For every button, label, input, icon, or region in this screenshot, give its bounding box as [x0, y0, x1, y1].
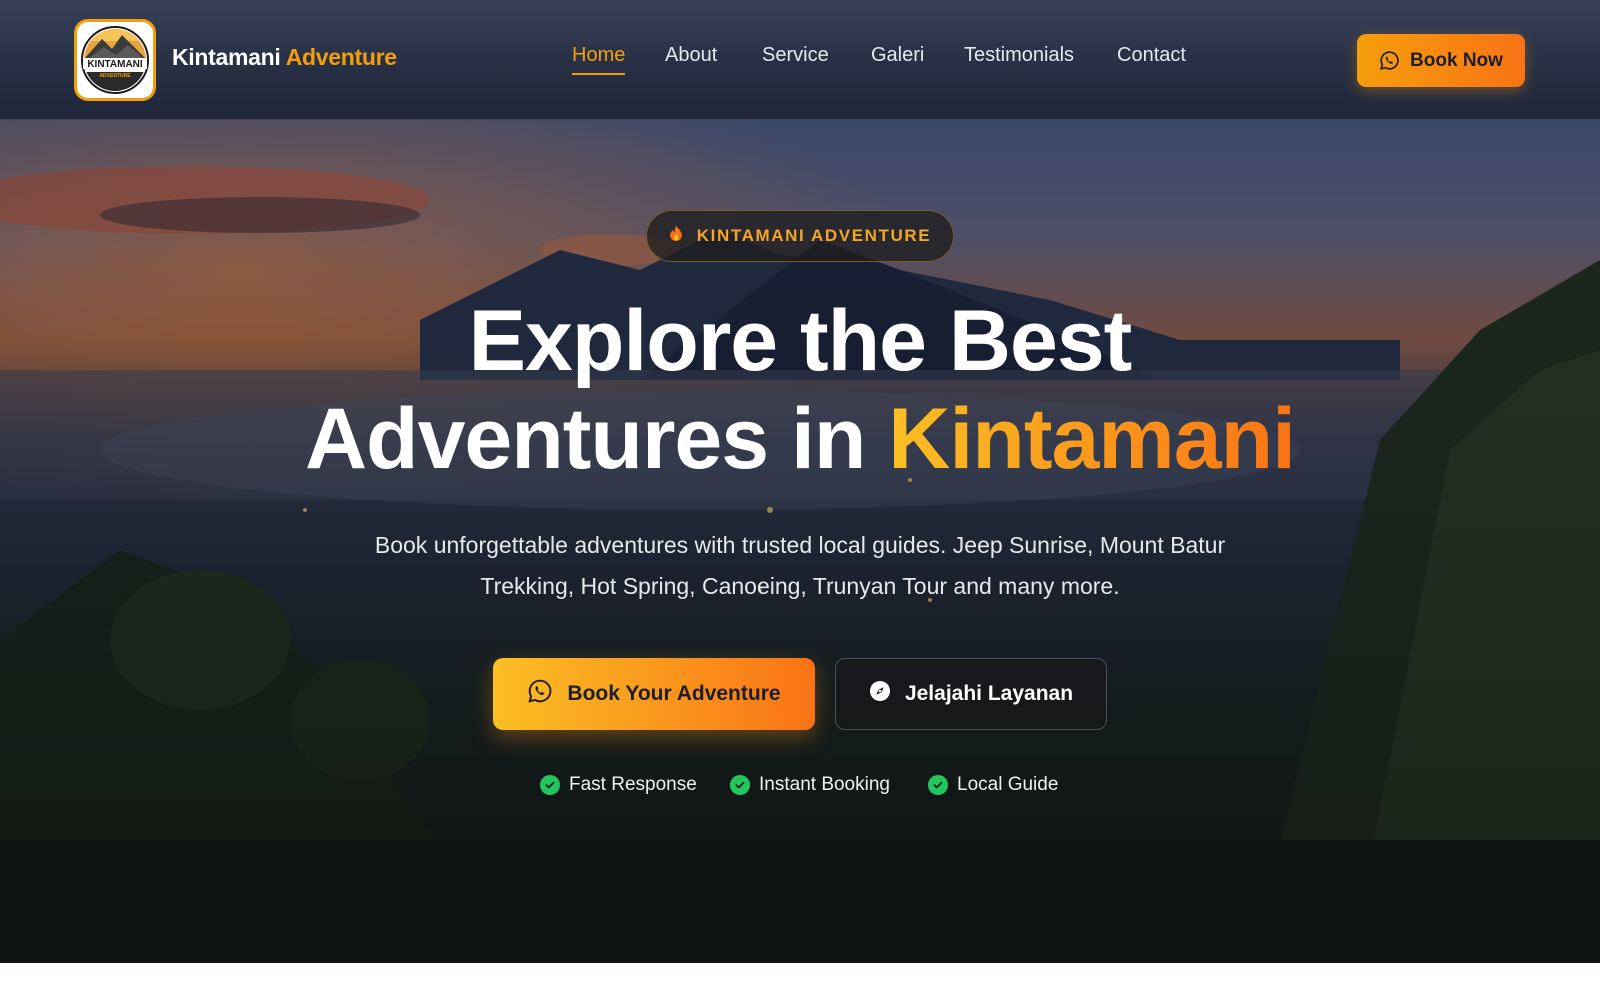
logo-subtitle: ADVENTURE [99, 73, 131, 79]
brand-name[interactable]: Kintamani Adventure [172, 44, 397, 71]
whatsapp-icon [527, 678, 553, 710]
feature-item: Fast Response [540, 774, 697, 796]
nav-item-home[interactable]: Home [572, 44, 626, 75]
nav-item-service[interactable]: Service [762, 44, 829, 75]
nav-item-about[interactable]: About [665, 44, 717, 75]
check-circle-icon [928, 775, 948, 795]
headline-accent: Kintamani [888, 391, 1296, 487]
check-circle-icon [540, 775, 560, 795]
fire-icon [669, 225, 683, 247]
logo[interactable]: KINTAMANI ADVENTURE [74, 19, 156, 101]
hero-badge-label: KINTAMANI ADVENTURE [696, 226, 932, 245]
hero-badge: KINTAMANI ADVENTURE [646, 210, 954, 262]
feature-label: Fast Response [569, 774, 697, 795]
compass-icon [869, 680, 891, 708]
nav-item-galeri[interactable]: Galeri [871, 44, 924, 75]
feature-label: Local Guide [957, 774, 1059, 795]
navbar: KINTAMANI ADVENTURE Kintamani Adventure … [0, 0, 1600, 120]
feature-item: Instant Booking [730, 774, 890, 796]
headline-line-1: Explore the Best [468, 293, 1133, 389]
feature-list: Fast Response Instant Booking Local Guid… [540, 774, 1080, 802]
whatsapp-icon [1379, 50, 1400, 71]
jelajahi-layanan-label: Jelajahi Layanan [904, 682, 1074, 705]
feature-item: Local Guide [928, 774, 1058, 796]
brand-accent: Adventure [285, 44, 397, 70]
brand-primary: Kintamani [172, 44, 281, 70]
book-your-adventure-button[interactable]: Book Your Adventure [493, 658, 815, 730]
logo-title: KINTAMANI [87, 59, 143, 70]
headline-line-2-prefix: Adventures in [304, 391, 889, 487]
book-your-adventure-label: Book Your Adventure [567, 682, 781, 705]
jelajahi-layanan-button[interactable]: Jelajahi Layanan [835, 658, 1107, 730]
book-now-button[interactable]: Book Now [1357, 34, 1525, 87]
hero-section: KINTAMANI ADVENTURE Explore the Best Adv… [0, 120, 1600, 963]
hero-subtitle: Book unforgettable adventures with trust… [374, 532, 1226, 599]
check-circle-icon [730, 775, 750, 795]
feature-label: Instant Booking [759, 774, 890, 795]
nav-item-contact[interactable]: Contact [1117, 44, 1186, 75]
logo-badge-icon: KINTAMANI ADVENTURE [81, 26, 149, 94]
nav-item-testimonials[interactable]: Testimonials [964, 44, 1074, 75]
book-now-label: Book Now [1410, 49, 1503, 71]
hero-headline: Explore the Best Adventures in Kintamani [0, 292, 1600, 488]
